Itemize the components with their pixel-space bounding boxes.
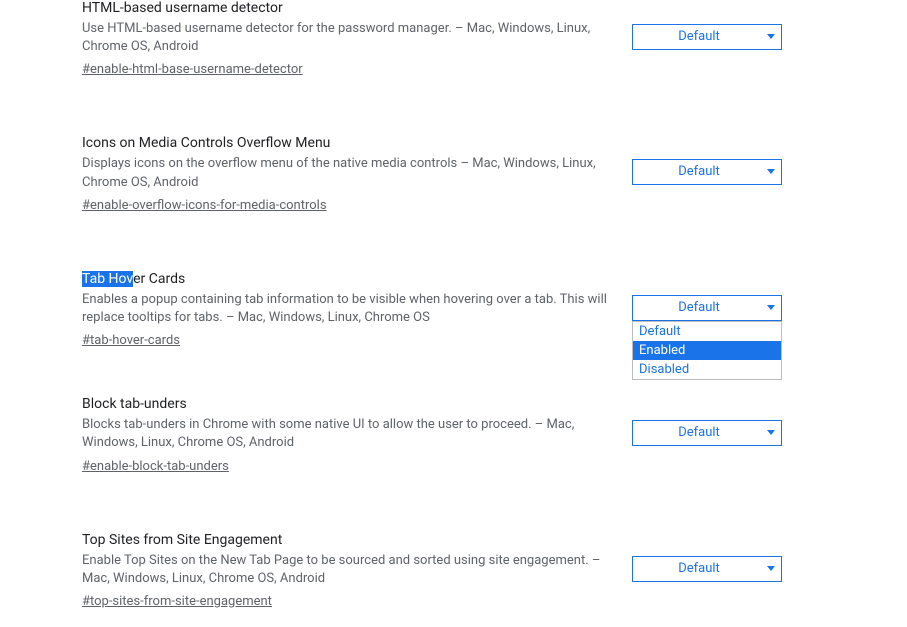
- flag-hash-link[interactable]: #enable-block-tab-unders: [82, 459, 229, 474]
- flag-row: Tab Hover Cards Enables a popup containi…: [0, 263, 907, 366]
- flag-dropdown[interactable]: Default: [632, 159, 782, 185]
- dropdown-option-default[interactable]: Default: [633, 322, 781, 341]
- title-highlight: Tab Hov: [82, 271, 133, 287]
- flag-row: HTML-based username detector Use HTML-ba…: [0, 0, 907, 95]
- flag-text: Block tab-unders Blocks tab-unders in Ch…: [82, 396, 632, 473]
- flag-description: Enables a popup containing tab informati…: [82, 291, 612, 327]
- chevron-down-icon: [767, 566, 775, 571]
- flag-dropdown-value: Default: [678, 561, 720, 576]
- chevron-down-icon: [767, 305, 775, 310]
- flag-row: Block tab-unders Blocks tab-unders in Ch…: [0, 388, 907, 491]
- flag-title: Top Sites from Site Engagement: [82, 532, 612, 548]
- chevron-down-icon: [767, 34, 775, 39]
- flag-hash-link[interactable]: #enable-html-base-username-detector: [82, 62, 303, 77]
- flag-description: Use HTML-based username detector for the…: [82, 20, 612, 56]
- dropdown-option-enabled[interactable]: Enabled: [633, 341, 781, 360]
- flag-dropdown-value: Default: [678, 164, 720, 179]
- flag-dropdown-value: Default: [678, 29, 720, 44]
- flag-dropdown[interactable]: Default: [632, 24, 782, 50]
- flag-hash-link[interactable]: #enable-overflow-icons-for-media-control…: [82, 198, 327, 213]
- flag-hash-link[interactable]: #tab-hover-cards: [82, 333, 180, 348]
- flag-control: Default: [632, 24, 782, 50]
- flag-title: Block tab-unders: [82, 396, 612, 412]
- flag-text: Top Sites from Site Engagement Enable To…: [82, 532, 632, 609]
- flag-control: Default: [632, 556, 782, 582]
- flag-control: Default: [632, 159, 782, 185]
- flag-hash-link[interactable]: #top-sites-from-site-engagement: [82, 594, 272, 609]
- title-rest: er Cards: [133, 271, 185, 287]
- flag-dropdown-value: Default: [678, 425, 720, 440]
- flag-dropdown-value: Default: [678, 300, 720, 315]
- flag-text: HTML-based username detector Use HTML-ba…: [82, 0, 632, 77]
- flag-title: Tab Hover Cards: [82, 271, 612, 287]
- flag-description: Blocks tab-unders in Chrome with some na…: [82, 416, 612, 452]
- flag-description: Displays icons on the overflow menu of t…: [82, 155, 612, 191]
- flag-text: Tab Hover Cards Enables a popup containi…: [82, 271, 632, 348]
- flag-title: Icons on Media Controls Overflow Menu: [82, 135, 612, 151]
- flag-dropdown[interactable]: Default: [632, 295, 782, 321]
- chevron-down-icon: [767, 169, 775, 174]
- chevron-down-icon: [767, 430, 775, 435]
- flag-row: Top Sites from Site Engagement Enable To…: [0, 524, 907, 627]
- flag-title: HTML-based username detector: [82, 0, 612, 16]
- flag-control: Default Default Enabled Disabled: [632, 295, 782, 321]
- flag-dropdown[interactable]: Default: [632, 420, 782, 446]
- flag-dropdown[interactable]: Default: [632, 556, 782, 582]
- flag-dropdown-list: Default Enabled Disabled: [632, 321, 782, 380]
- flag-description: Enable Top Sites on the New Tab Page to …: [82, 552, 612, 588]
- flag-control: Default: [632, 420, 782, 446]
- flag-text: Icons on Media Controls Overflow Menu Di…: [82, 135, 632, 212]
- dropdown-option-disabled[interactable]: Disabled: [633, 360, 781, 379]
- flag-row: Icons on Media Controls Overflow Menu Di…: [0, 127, 907, 230]
